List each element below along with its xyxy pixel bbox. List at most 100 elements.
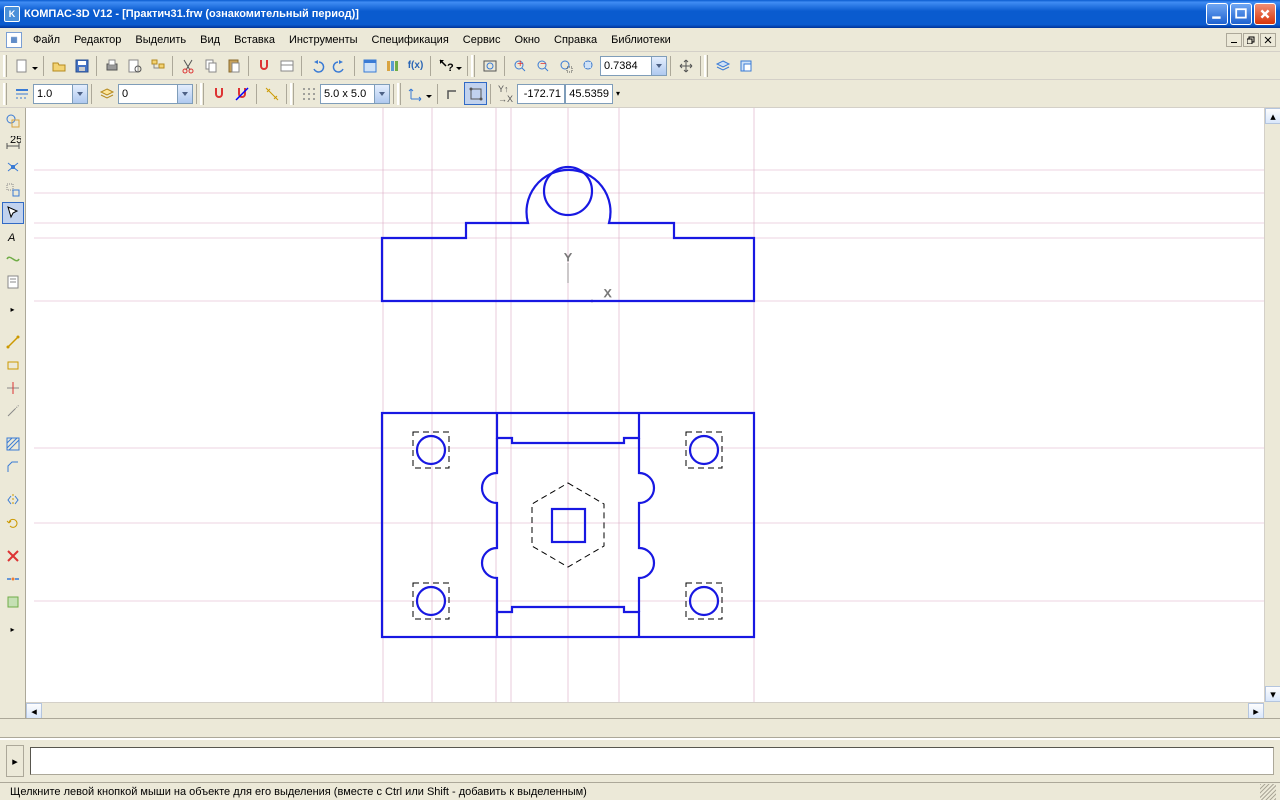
minimize-button[interactable]	[1206, 3, 1228, 25]
snap-orto-button[interactable]	[464, 82, 487, 105]
svg-text:X: X	[604, 288, 612, 300]
tool-extend-button[interactable]	[2, 400, 24, 422]
snap-button[interactable]	[252, 54, 275, 77]
grid-combo[interactable]	[320, 84, 390, 104]
menu-spec[interactable]: Спецификация	[365, 32, 456, 48]
menu-view[interactable]: Вид	[193, 32, 227, 48]
tool-delete-button[interactable]	[2, 545, 24, 567]
scroll-right-button[interactable]: ▸	[1248, 703, 1264, 719]
tool-group-button[interactable]	[2, 591, 24, 613]
layers-button[interactable]	[711, 54, 734, 77]
tool-rotate-button[interactable]	[2, 512, 24, 534]
linestyle-button[interactable]	[10, 82, 33, 105]
layer-input[interactable]	[118, 84, 178, 104]
linewidth-combo[interactable]	[33, 84, 88, 104]
library-button[interactable]	[381, 54, 404, 77]
help-context-button[interactable]: ?	[434, 54, 464, 77]
zoom-input[interactable]	[600, 56, 652, 76]
scroll-left-button[interactable]: ◂	[26, 703, 42, 719]
snap-off-button[interactable]	[230, 82, 253, 105]
svg-text:?: ?	[447, 62, 454, 74]
command-expand-button[interactable]: ▸	[6, 745, 24, 777]
open-button[interactable]	[47, 54, 70, 77]
menu-select[interactable]: Выделить	[128, 32, 193, 48]
parametric-button[interactable]	[2, 248, 24, 270]
grid-input[interactable]	[320, 84, 375, 104]
coord-more-button[interactable]: ▾	[613, 82, 623, 105]
menu-insert[interactable]: Вставка	[227, 32, 282, 48]
dimensions-button[interactable]: 25	[2, 133, 24, 155]
coord-label-icon: Y↑→X	[494, 82, 517, 105]
horizontal-scrollbar[interactable]: ◂ ▸	[26, 702, 1264, 718]
linewidth-input[interactable]	[33, 84, 73, 104]
menu-service[interactable]: Сервис	[456, 32, 508, 48]
print-button[interactable]	[100, 54, 123, 77]
symbols-button[interactable]	[2, 156, 24, 178]
zoom-object-button[interactable]	[577, 54, 600, 77]
more-button[interactable]: ▸	[2, 298, 24, 320]
command-input[interactable]	[30, 747, 1274, 775]
tool-trim-button[interactable]	[2, 377, 24, 399]
mdi-close-button[interactable]	[1260, 33, 1276, 47]
toolbar-standard: f(x) ? + −	[0, 52, 1280, 80]
close-button[interactable]	[1254, 3, 1276, 25]
coord-system-button[interactable]	[404, 82, 434, 105]
zoom-fit-button[interactable]	[478, 54, 501, 77]
edit-button[interactable]	[2, 179, 24, 201]
manager-button[interactable]	[358, 54, 381, 77]
panel-splitter[interactable]	[0, 718, 1280, 738]
coord-x-input[interactable]	[517, 84, 565, 104]
tree-button[interactable]	[146, 54, 169, 77]
menu-help[interactable]: Справка	[547, 32, 604, 48]
more-tools-button[interactable]: ▸	[2, 618, 24, 640]
menu-editor[interactable]: Редактор	[67, 32, 128, 48]
layer-icon-button[interactable]	[95, 82, 118, 105]
text-button[interactable]: A	[2, 225, 24, 247]
maximize-button[interactable]	[1230, 3, 1252, 25]
scroll-down-button[interactable]: ▾	[1265, 686, 1280, 702]
command-line-panel: ▸	[0, 738, 1280, 782]
tool-chamfer-button[interactable]	[2, 456, 24, 478]
paste-button[interactable]	[222, 54, 245, 77]
cut-button[interactable]	[176, 54, 199, 77]
tool-line-button[interactable]	[2, 331, 24, 353]
zoom-combo[interactable]	[600, 56, 667, 76]
menu-file[interactable]: Файл	[26, 32, 67, 48]
document-icon[interactable]: ▦	[6, 32, 22, 48]
variables-button[interactable]: f(x)	[404, 54, 427, 77]
grid-button[interactable]	[297, 82, 320, 105]
geometry-button[interactable]	[2, 110, 24, 132]
views-button[interactable]	[734, 54, 757, 77]
spec-button[interactable]	[2, 271, 24, 293]
select-button[interactable]	[2, 202, 24, 224]
print-preview-button[interactable]	[123, 54, 146, 77]
mdi-minimize-button[interactable]	[1226, 33, 1242, 47]
menu-libraries[interactable]: Библиотеки	[604, 32, 678, 48]
pan-button[interactable]	[674, 54, 697, 77]
svg-text:A: A	[7, 232, 15, 244]
canvas[interactable]: Y X	[26, 108, 1280, 718]
vertical-scrollbar[interactable]: ▴ ▾	[1264, 108, 1280, 702]
mdi-restore-button[interactable]	[1243, 33, 1259, 47]
snap-toggle-button[interactable]	[207, 82, 230, 105]
copy-button[interactable]	[199, 54, 222, 77]
tool-rect-button[interactable]	[2, 354, 24, 376]
undo-button[interactable]	[305, 54, 328, 77]
coord-y-input[interactable]	[565, 84, 613, 104]
zoom-out-button[interactable]: −	[531, 54, 554, 77]
redo-button[interactable]	[328, 54, 351, 77]
properties-button[interactable]	[275, 54, 298, 77]
menu-tools[interactable]: Инструменты	[282, 32, 365, 48]
ortho-button[interactable]	[441, 82, 464, 105]
tool-hatch-button[interactable]	[2, 433, 24, 455]
tool-mirror-button[interactable]	[2, 489, 24, 511]
tool-break-button[interactable]	[2, 568, 24, 590]
scroll-up-button[interactable]: ▴	[1265, 108, 1280, 124]
save-button[interactable]	[70, 54, 93, 77]
zoom-in-button[interactable]: +	[508, 54, 531, 77]
dimension-button[interactable]	[260, 82, 283, 105]
layer-combo[interactable]	[118, 84, 193, 104]
menu-window[interactable]: Окно	[507, 32, 547, 48]
zoom-window-button[interactable]	[554, 54, 577, 77]
new-button[interactable]	[10, 54, 40, 77]
